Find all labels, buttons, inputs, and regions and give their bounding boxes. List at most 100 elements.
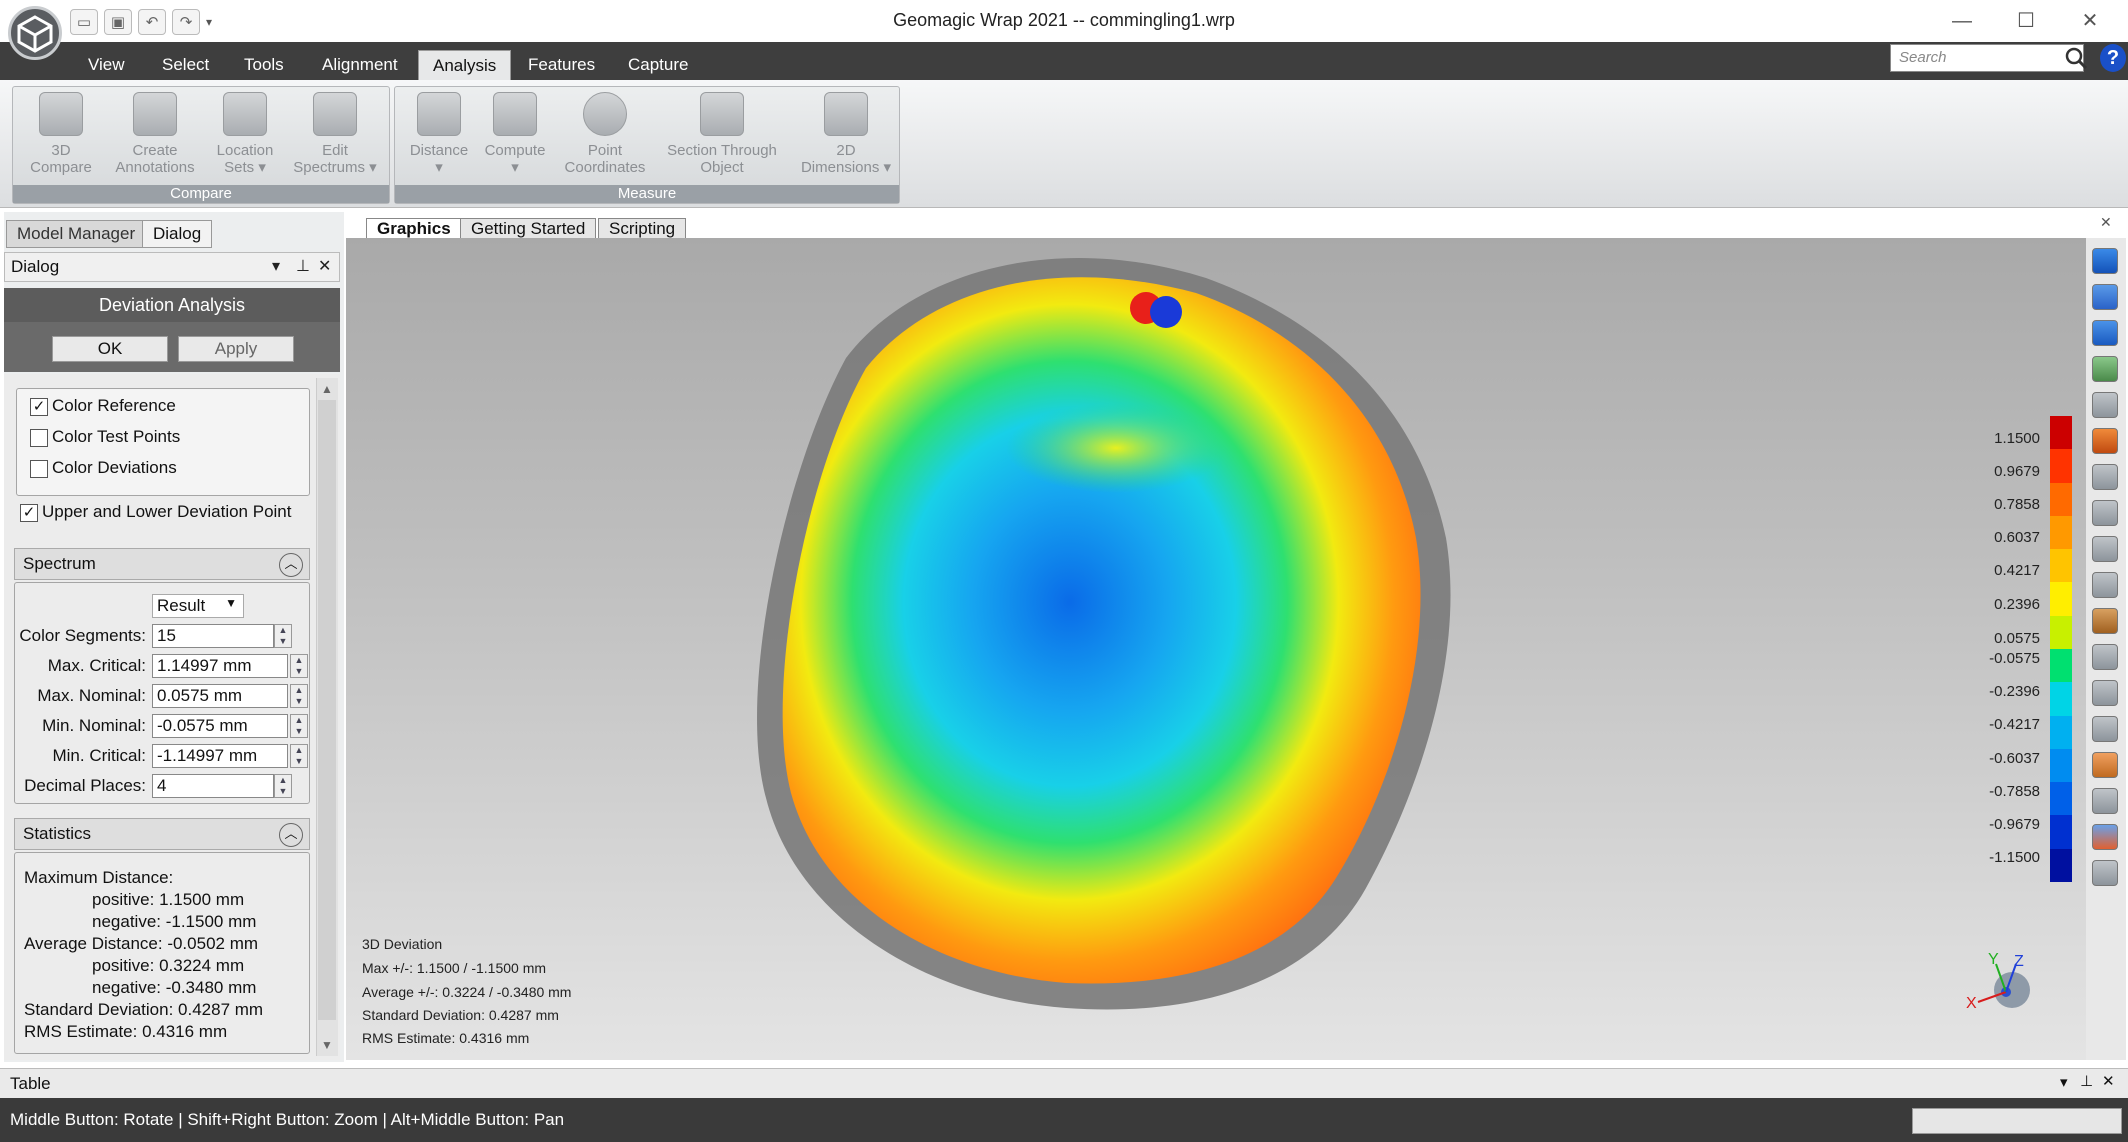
tab-dialog[interactable]: Dialog bbox=[142, 220, 213, 248]
dropdown-icon[interactable]: ▾ bbox=[272, 256, 280, 276]
checkbox[interactable] bbox=[30, 459, 48, 478]
table-panel-bar[interactable]: Table bbox=[0, 1068, 2128, 1098]
menu-analysis[interactable]: Analysis bbox=[418, 50, 512, 80]
spinner-icon[interactable]: ▲ ▼ bbox=[290, 714, 308, 738]
compute-button[interactable]: Compute ▾ bbox=[470, 92, 560, 176]
lighting-icon[interactable] bbox=[2092, 428, 2118, 454]
menu-capture[interactable]: Capture bbox=[614, 50, 702, 80]
scrollbar-thumb[interactable] bbox=[318, 400, 336, 1020]
section-through-object-button[interactable]: Section Through Object bbox=[660, 92, 784, 176]
min-nominal-field[interactable]: -0.0575 mm bbox=[152, 714, 288, 738]
dimensions-icon bbox=[824, 92, 868, 136]
close-tab-icon[interactable]: ✕ bbox=[2100, 214, 2112, 231]
legend-label: 0.9679 bbox=[1994, 463, 2040, 480]
y-axis-label: Y bbox=[1988, 951, 1999, 968]
legend-label: -1.1500 bbox=[1989, 849, 2040, 866]
pin-icon[interactable]: ⊥ bbox=[2080, 1072, 2093, 1090]
spinner-icon[interactable]: ▲ ▼ bbox=[290, 744, 308, 768]
viewport-info-line: RMS Estimate: 0.4316 mm bbox=[362, 1030, 530, 1046]
location-sets-button[interactable]: Location Sets ▾ bbox=[200, 92, 290, 176]
line-select-icon[interactable] bbox=[2092, 536, 2118, 562]
create-annotations-button[interactable]: Create Annotations bbox=[110, 92, 200, 176]
help-icon[interactable]: ? bbox=[2100, 44, 2126, 72]
zoom-icon[interactable] bbox=[2092, 392, 2118, 418]
spinner-icon[interactable]: ▲ ▼ bbox=[290, 684, 308, 708]
tab-scripting[interactable]: Scripting bbox=[598, 218, 687, 240]
spectrum-section-header[interactable]: Spectrum ︿ bbox=[14, 548, 310, 580]
legend-swatch bbox=[2050, 482, 2072, 516]
menu-features[interactable]: Features bbox=[514, 50, 609, 80]
app-logo-icon[interactable] bbox=[8, 6, 62, 60]
select-through-icon[interactable] bbox=[2092, 680, 2118, 706]
decimal-places-field[interactable]: 4 bbox=[152, 774, 274, 798]
spinner-icon[interactable]: ▲ ▼ bbox=[290, 654, 308, 678]
tab-model-manager[interactable]: Model Manager bbox=[6, 220, 147, 248]
legend-label: 0.6037 bbox=[1994, 529, 2040, 546]
legend-swatch bbox=[2050, 416, 2072, 450]
checkbox-checked[interactable]: ✓ bbox=[30, 397, 48, 416]
pin-icon[interactable]: ⊥ bbox=[296, 256, 310, 276]
close-panel-icon[interactable]: ✕ bbox=[2102, 1072, 2115, 1090]
collapse-icon[interactable]: ︿ bbox=[279, 823, 303, 847]
menu-select[interactable]: Select bbox=[148, 50, 223, 80]
close-icon[interactable]: ✕ bbox=[2070, 6, 2110, 36]
menu-alignment[interactable]: Alignment bbox=[308, 50, 412, 80]
upper-lower-deviation-option[interactable]: ✓ Upper and Lower Deviation Point bbox=[20, 502, 291, 522]
search-icon[interactable] bbox=[2064, 47, 2088, 70]
color-reference-option[interactable]: ✓ Color Reference bbox=[30, 396, 176, 416]
minimize-icon[interactable]: — bbox=[1942, 6, 1982, 36]
ok-button[interactable]: OK bbox=[52, 336, 168, 362]
search-input[interactable]: Search bbox=[1890, 44, 2084, 72]
dropdown-icon[interactable]: ▾ bbox=[2060, 1073, 2068, 1091]
close-panel-icon[interactable]: ✕ bbox=[318, 256, 331, 276]
select-all-icon[interactable] bbox=[2092, 788, 2118, 814]
status-bar: Middle Button: Rotate | Shift+Right Butt… bbox=[0, 1098, 2128, 1142]
color-segments-field[interactable]: 15 bbox=[152, 624, 274, 648]
brush-select-icon[interactable] bbox=[2092, 572, 2118, 598]
spinner-icon[interactable]: ▲ ▼ bbox=[274, 774, 292, 798]
checkbox-checked[interactable]: ✓ bbox=[20, 503, 38, 522]
2d-dimensions-button[interactable]: 2D Dimensions ▾ bbox=[796, 92, 896, 176]
polyline-select-icon[interactable] bbox=[2092, 644, 2118, 670]
apply-button[interactable]: Apply bbox=[178, 336, 294, 362]
calculator-icon bbox=[493, 92, 537, 136]
menu-tools[interactable]: Tools bbox=[230, 50, 298, 80]
display-icon[interactable] bbox=[2092, 356, 2118, 382]
crosshair-icon bbox=[583, 92, 627, 136]
spinner-icon[interactable]: ▲ ▼ bbox=[274, 624, 292, 648]
view-cube-icon[interactable] bbox=[2092, 248, 2118, 274]
scroll-down-icon[interactable]: ▼ bbox=[316, 1034, 338, 1056]
maximize-icon[interactable]: ☐ bbox=[2006, 6, 2046, 36]
spectrum-mode-select[interactable]: Result ▼ bbox=[152, 594, 244, 618]
color-deviations-option[interactable]: Color Deviations bbox=[30, 458, 177, 478]
custom-region-icon[interactable] bbox=[2092, 608, 2118, 634]
select-none-icon[interactable] bbox=[2092, 824, 2118, 850]
menu-view[interactable]: View bbox=[74, 50, 139, 80]
scroll-up-icon[interactable]: ▲ bbox=[316, 378, 338, 400]
checkbox[interactable] bbox=[30, 428, 48, 447]
statistics-section-header[interactable]: Statistics ︿ bbox=[14, 818, 310, 850]
edit-spectrums-button[interactable]: Edit Spectrums ▾ bbox=[290, 92, 380, 176]
rectangle-select-icon[interactable] bbox=[2092, 464, 2118, 490]
lower-deviation-point[interactable] bbox=[1150, 296, 1182, 328]
point-coordinates-button[interactable]: Point Coordinates bbox=[560, 92, 650, 176]
tab-graphics[interactable]: Graphics bbox=[366, 218, 462, 240]
select-mode-icon[interactable] bbox=[2092, 752, 2118, 778]
select-visible-icon[interactable] bbox=[2092, 716, 2118, 742]
max-critical-field[interactable]: 1.14997 mm bbox=[152, 654, 288, 678]
field-label: Decimal Places: bbox=[24, 776, 146, 795]
lasso-select-icon[interactable] bbox=[2092, 500, 2118, 526]
ribbon-group-label: Compare bbox=[13, 185, 389, 203]
min-critical-field[interactable]: -1.14997 mm bbox=[152, 744, 288, 768]
legend-swatch bbox=[2050, 515, 2072, 550]
graphics-viewport[interactable] bbox=[346, 238, 2086, 1060]
fit-view-icon[interactable] bbox=[2092, 320, 2118, 346]
invert-selection-icon[interactable] bbox=[2092, 860, 2118, 886]
rotate-view-icon[interactable] bbox=[2092, 284, 2118, 310]
tab-getting-started[interactable]: Getting Started bbox=[460, 218, 597, 240]
3d-compare-button[interactable]: 3D Compare bbox=[16, 92, 106, 176]
collapse-icon[interactable]: ︿ bbox=[279, 553, 303, 577]
legend-swatch bbox=[2050, 582, 2072, 616]
color-test-points-option[interactable]: Color Test Points bbox=[30, 427, 180, 447]
max-nominal-field[interactable]: 0.0575 mm bbox=[152, 684, 288, 708]
